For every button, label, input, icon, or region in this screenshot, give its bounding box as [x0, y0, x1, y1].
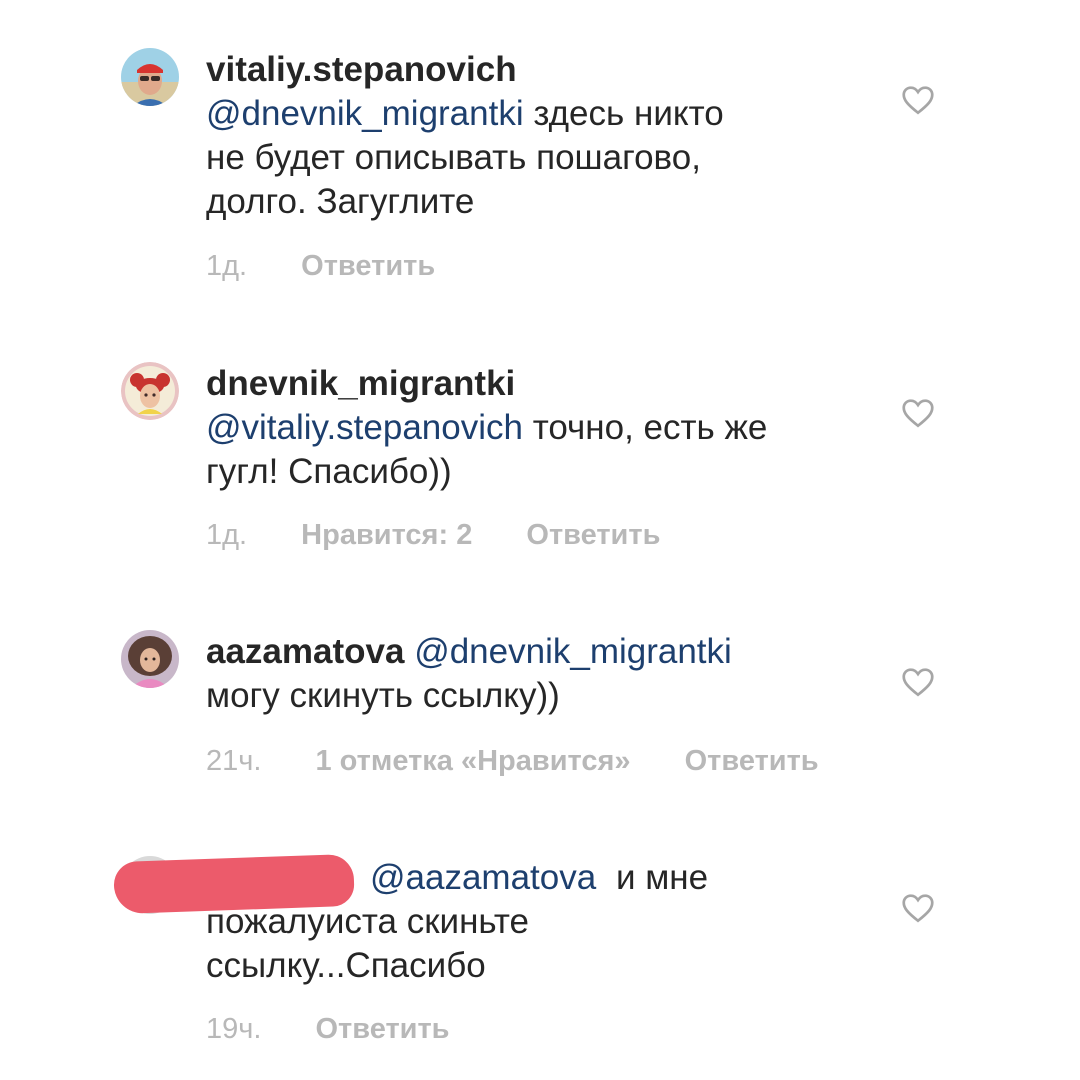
comment-meta: 19ч. Ответить	[206, 1011, 450, 1047]
comment-text-line-2: пожалуиста скиньте	[206, 902, 529, 941]
likes-count[interactable]: Нравится: 2	[301, 517, 472, 553]
comment-text-line-3: долго. Загуглите	[206, 182, 475, 221]
mention-link[interactable]: @vitaliy.stepanovich	[206, 408, 523, 447]
comment-username[interactable]: aazamatova	[206, 632, 404, 671]
like-heart-icon[interactable]	[900, 664, 936, 700]
avatar-man-sunglasses-icon	[121, 48, 179, 106]
comment-text-line-3: ссылку...Спасибо	[206, 946, 486, 985]
comment-text: @dnevnik_migrantki здесь никто	[206, 92, 886, 136]
mention-link[interactable]: @aazamatova	[370, 858, 596, 897]
avatar[interactable]	[121, 48, 179, 106]
like-heart-icon[interactable]	[900, 395, 936, 431]
like-heart-icon[interactable]	[900, 82, 936, 118]
comment-text-line-1: точно, есть же	[532, 408, 768, 447]
comment-time: 21ч.	[206, 745, 262, 777]
comment-time: 19ч.	[206, 1013, 262, 1045]
reply-button[interactable]: Ответить	[316, 1011, 450, 1047]
comment-meta: 21ч. 1 отметка «Нравится» Ответить	[206, 743, 819, 779]
mention-link[interactable]: @dnevnik_migrantki	[414, 632, 732, 671]
comment-text-line-2: могу скинуть ссылку))	[206, 676, 560, 715]
like-heart-icon[interactable]	[900, 890, 936, 926]
reply-button[interactable]: Ответить	[526, 517, 660, 553]
avatar[interactable]	[121, 630, 179, 688]
comment-time: 1д.	[206, 519, 248, 551]
likes-count[interactable]: 1 отметка «Нравится»	[316, 743, 631, 779]
reply-button[interactable]: Ответить	[301, 248, 435, 284]
comment-username[interactable]: dnevnik_migrantki	[206, 362, 886, 406]
comment-text-line-1: и мне	[615, 858, 709, 897]
avatar[interactable]	[121, 362, 179, 420]
mention-link[interactable]: @dnevnik_migrantki	[206, 94, 524, 133]
comment-text: aazamatova @dnevnik_migrantki	[206, 630, 886, 674]
comment-text-line-1: здесь никто	[533, 94, 724, 133]
comment-text-line-2: гугл! Спасибо))	[206, 452, 452, 491]
comment-text: @vitaliy.stepanovich точно, есть же	[206, 406, 886, 450]
comment-time: 1д.	[206, 250, 248, 282]
comment-text: @aazamatova и мне	[206, 856, 886, 900]
comment-meta: 1д. Нравится: 2 Ответить	[206, 517, 660, 553]
comment-text-line-2: не будет описывать пошагово,	[206, 138, 701, 177]
avatar-woman-red-hair-icon	[121, 362, 179, 420]
avatar-woman-curly-icon	[121, 630, 179, 688]
comment-username[interactable]: vitaliy.stepanovich	[206, 48, 886, 92]
comment-meta: 1д. Ответить	[206, 248, 435, 284]
reply-button[interactable]: Ответить	[685, 743, 819, 779]
